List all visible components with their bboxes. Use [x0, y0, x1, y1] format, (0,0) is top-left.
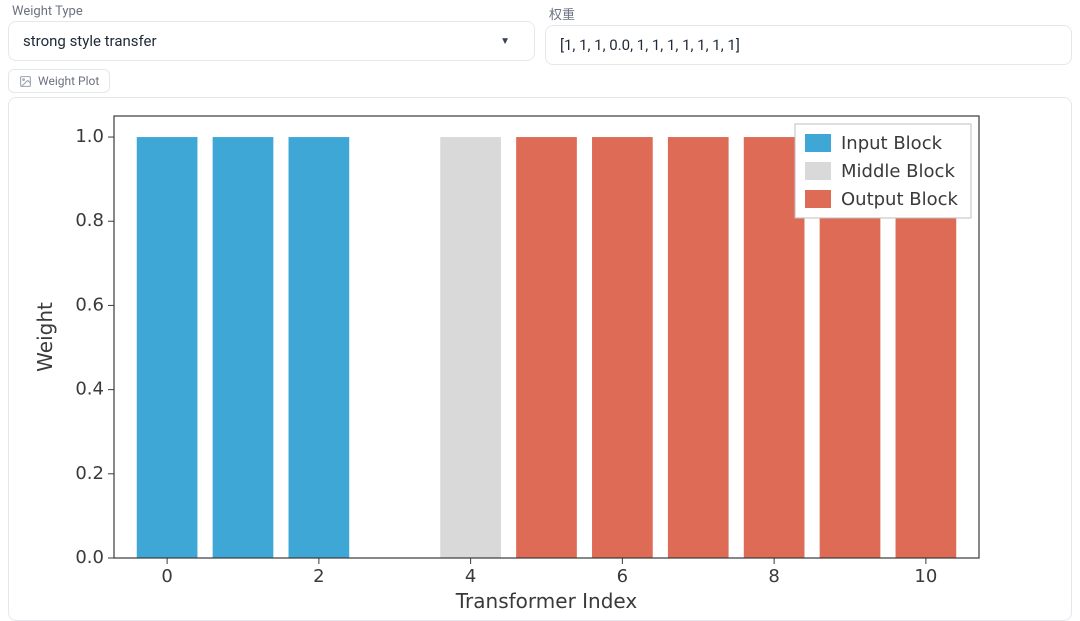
chevron-down-icon: ▼ [500, 36, 510, 47]
weights-label: 权重 [545, 4, 1072, 23]
svg-text:2: 2 [313, 566, 324, 587]
svg-text:Transformer Index: Transformer Index [455, 589, 638, 613]
weight-type-label: Weight Type [8, 4, 535, 19]
svg-text:Input Block: Input Block [841, 133, 943, 154]
svg-text:6: 6 [617, 566, 628, 587]
weights-input[interactable]: [1, 1, 1, 0.0, 1, 1, 1, 1, 1, 1, 1] [545, 25, 1072, 65]
svg-text:0.6: 0.6 [75, 294, 104, 315]
image-icon [19, 75, 32, 88]
svg-text:10: 10 [914, 566, 937, 587]
weight-type-select[interactable]: strong style transfer ▼ [8, 21, 535, 61]
svg-text:0.2: 0.2 [75, 463, 104, 484]
svg-text:Output Block: Output Block [841, 189, 959, 210]
svg-text:0.0: 0.0 [75, 547, 104, 568]
tab-weight-plot[interactable]: Weight Plot [8, 69, 110, 93]
svg-text:4: 4 [465, 566, 476, 587]
svg-text:1.0: 1.0 [75, 126, 104, 147]
svg-text:8: 8 [768, 566, 779, 587]
weight-type-value: strong style transfer [23, 32, 500, 50]
weights-value: [1, 1, 1, 0.0, 1, 1, 1, 1, 1, 1, 1] [560, 36, 740, 54]
svg-text:0.8: 0.8 [75, 210, 104, 231]
tab-label: Weight Plot [38, 74, 99, 88]
svg-text:0.4: 0.4 [75, 379, 104, 400]
svg-text:0: 0 [161, 566, 172, 587]
svg-text:Middle Block: Middle Block [841, 161, 955, 182]
weight-bar-chart: 0.0 0.2 0.4 0.6 0.8 1.0 0 2 4 6 8 10 Transformer Ind… [9, 98, 1071, 620]
weight-plot-panel: 0.0 0.2 0.4 0.6 0.8 1.0 0 2 4 6 8 10 Transformer Ind… [8, 97, 1072, 621]
svg-text:Weight: Weight [33, 302, 57, 372]
